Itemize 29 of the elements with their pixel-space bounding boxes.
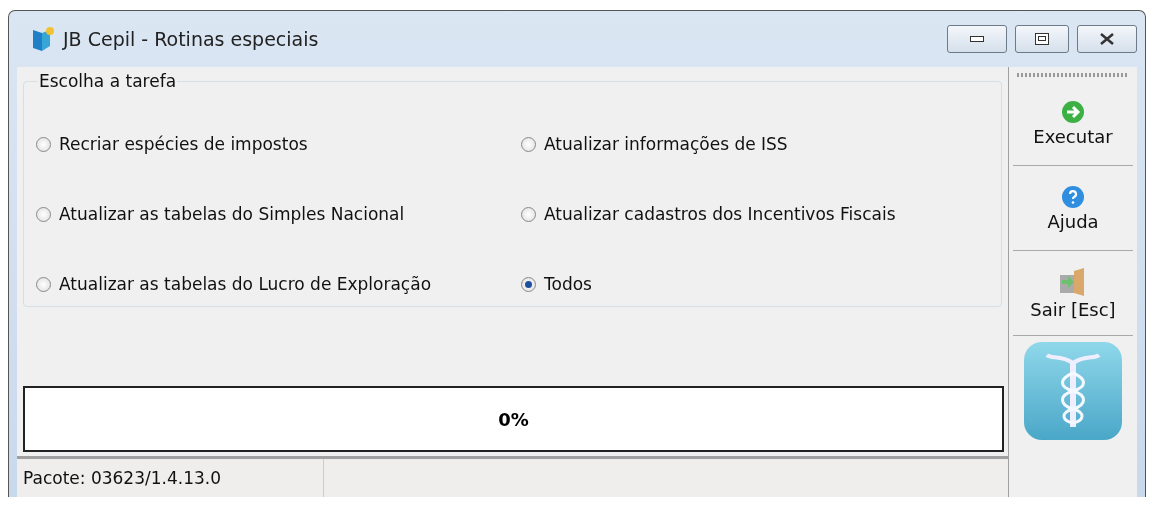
minimize-button[interactable] <box>947 25 1007 53</box>
group-title: Escolha a tarefa <box>38 71 178 91</box>
radio-option[interactable]: Atualizar informações de ISS <box>521 109 989 179</box>
caduceus-logo-icon <box>1024 342 1122 440</box>
radio-option[interactable]: Todos <box>521 249 989 319</box>
radio-option[interactable]: Atualizar as tabelas do Simples Nacional <box>36 179 521 249</box>
minimize-icon <box>970 36 984 42</box>
radio-button[interactable] <box>36 206 51 222</box>
toolbar-grip[interactable] <box>1017 73 1129 77</box>
radio-button[interactable] <box>36 136 51 152</box>
toolbar-button[interactable]: Ajuda <box>1013 166 1133 251</box>
status-text: Pacote: 03623/1.4.13.0 <box>17 459 324 497</box>
maximize-icon <box>1035 33 1049 45</box>
radio-button[interactable] <box>36 276 51 292</box>
window-title: JB Cepil - Rotinas especiais <box>63 28 320 50</box>
close-button[interactable] <box>1077 25 1137 53</box>
toolbar-button[interactable]: Sair [Esc] <box>1013 251 1133 336</box>
maximize-button[interactable] <box>1015 25 1069 53</box>
radio-option[interactable]: Recriar espécies de impostos <box>36 109 521 179</box>
radio-option[interactable]: Atualizar as tabelas do Lucro de Exploração <box>36 249 521 319</box>
arrow-right-icon <box>1061 99 1085 124</box>
radio-button[interactable] <box>521 206 536 222</box>
radio-option[interactable]: Atualizar cadastros dos Incentivos Fiscais <box>521 179 989 249</box>
help-icon <box>1061 184 1085 209</box>
app-logo-icon <box>31 26 55 52</box>
radio-button[interactable] <box>521 136 536 152</box>
radio-button[interactable] <box>521 276 536 292</box>
toolbar-button[interactable]: Executar <box>1013 81 1133 166</box>
close-icon <box>1100 33 1114 45</box>
